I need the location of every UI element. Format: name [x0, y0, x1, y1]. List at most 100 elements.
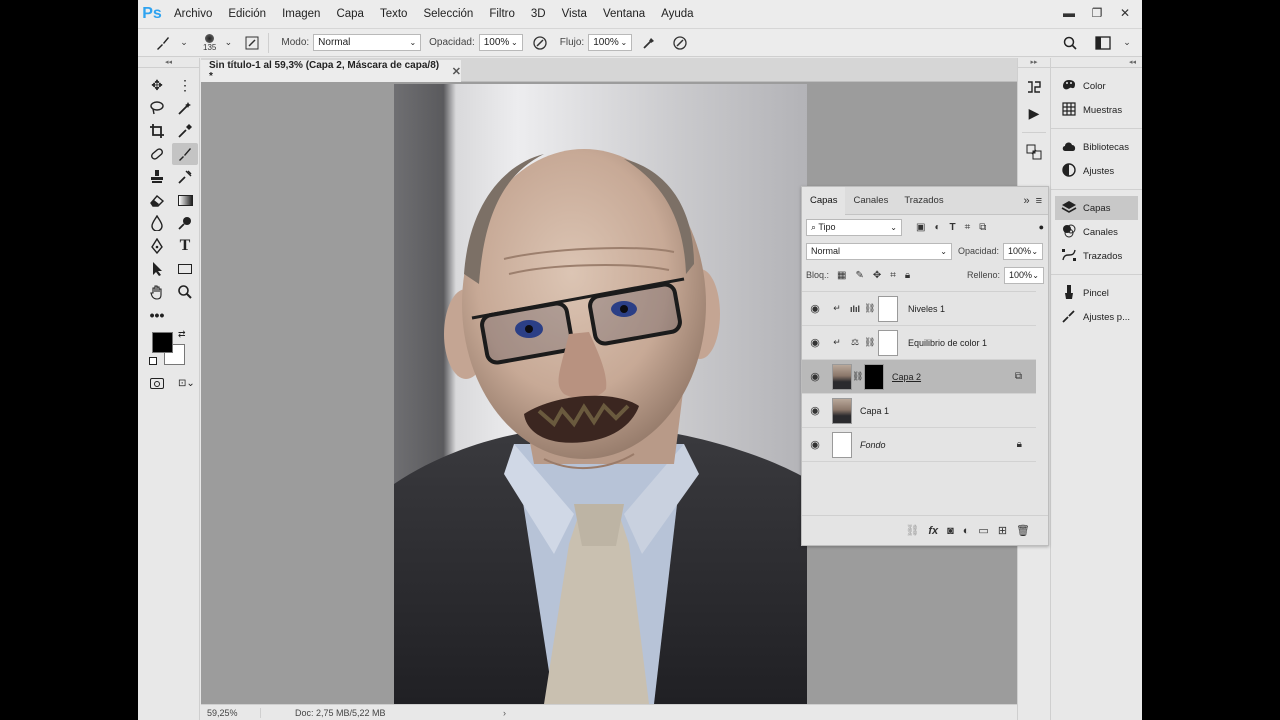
menu-texto[interactable]: Texto [372, 8, 416, 20]
mode-select[interactable]: Normal ⌄ [313, 34, 422, 51]
default-colors-icon[interactable] [149, 357, 157, 365]
more-tools-icon[interactable]: ••• [144, 304, 170, 326]
filter-adjustment-icon[interactable]: ◐ [934, 222, 940, 233]
layer-row[interactable]: ◉ Capa 1 [802, 394, 1036, 428]
rectangle-tool-icon[interactable] [172, 258, 198, 280]
blend-mode-select[interactable]: Normal ⌄ [806, 242, 952, 260]
zoom-tool-icon[interactable] [172, 281, 198, 303]
layer-name[interactable]: Niveles 1 [908, 304, 945, 314]
brush-panel-icon[interactable] [243, 34, 261, 52]
menu-ayuda[interactable]: Ayuda [653, 8, 701, 20]
layer-mask-thumbnail[interactable] [878, 329, 898, 356]
tab-layers[interactable]: Capas [802, 186, 846, 215]
menu-seleccion[interactable]: Selección [415, 8, 481, 20]
close-icon[interactable]: ✕ [452, 65, 461, 78]
magic-wand-tool-icon[interactable] [172, 97, 198, 119]
document-canvas[interactable] [394, 84, 807, 704]
new-adjustment-icon[interactable]: ◐ [963, 525, 970, 537]
lock-artboard-icon[interactable]: ⌗ [890, 270, 896, 281]
filter-type-icon[interactable]: T [950, 222, 956, 233]
marquee-tool-icon[interactable]: ⋮ [172, 74, 198, 96]
visibility-eye-icon[interactable]: ◉ [802, 370, 828, 383]
visibility-eye-icon[interactable]: ◉ [802, 438, 828, 451]
menu-filtro[interactable]: Filtro [481, 8, 523, 20]
visibility-eye-icon[interactable]: ◉ [802, 404, 828, 417]
collapse-panel-icon[interactable]: » [1023, 195, 1029, 207]
add-mask-icon[interactable]: ◙ [947, 525, 954, 537]
new-layer-icon[interactable]: ⊞ [998, 524, 1007, 537]
layer-row[interactable]: ◉ Fondo 🔒︎ [802, 428, 1036, 462]
layer-mask-thumbnail[interactable] [878, 295, 898, 322]
menu-imagen[interactable]: Imagen [274, 8, 328, 20]
eraser-tool-icon[interactable] [144, 189, 170, 211]
layer-filter-select[interactable]: ⌕ Tipo ⌄ [806, 218, 902, 236]
filter-shape-icon[interactable]: ⌗ [965, 222, 971, 233]
menu-edicion[interactable]: Edición [220, 8, 274, 20]
panel-layers[interactable]: Capas [1055, 196, 1138, 220]
menu-archivo[interactable]: Archivo [166, 8, 220, 20]
menu-3d[interactable]: 3D [523, 8, 554, 20]
expand-arrows-icon[interactable]: ▸▸ [1018, 58, 1050, 68]
trash-icon[interactable]: 🗑︎ [1016, 524, 1030, 537]
clone-source-icon[interactable] [1018, 139, 1050, 165]
blur-tool-icon[interactable] [144, 212, 170, 234]
fill-input[interactable]: 100% ⌄ [1004, 266, 1044, 284]
lock-position-icon[interactable]: ✥ [873, 270, 881, 281]
chain-link-icon[interactable]: ⛓ [864, 337, 875, 348]
fx-icon[interactable]: fx [928, 525, 938, 537]
layer-row[interactable]: ◉ ↵ ılıl ⛓ Niveles 1 [802, 292, 1036, 326]
brush-tool-icon[interactable] [154, 34, 172, 52]
zoom-level[interactable]: 59,25% [201, 707, 261, 718]
layer-name[interactable]: Fondo [860, 440, 886, 450]
chevron-down-icon[interactable]: ⌄ [1118, 34, 1136, 52]
play-actions-icon[interactable]: ▶ [1018, 100, 1050, 126]
chevron-down-icon[interactable]: ⌄ [219, 34, 237, 52]
hand-tool-icon[interactable] [144, 281, 170, 303]
move-tool-icon[interactable]: ✥ [144, 74, 170, 96]
path-selection-tool-icon[interactable] [144, 258, 170, 280]
dodge-tool-icon[interactable] [172, 212, 198, 234]
swap-colors-icon[interactable]: ⇄ [178, 329, 186, 340]
filter-smart-object-icon[interactable]: ⧉ [979, 222, 986, 233]
gradient-tool-icon[interactable] [172, 189, 198, 211]
layer-mask-thumbnail[interactable] [864, 363, 884, 390]
panel-libraries[interactable]: Bibliotecas [1051, 135, 1142, 159]
chain-link-icon[interactable]: ⛓ [864, 303, 875, 314]
pen-tool-icon[interactable] [144, 235, 170, 257]
link-layers-icon[interactable]: ⛓ [905, 524, 919, 537]
screen-mode-icon[interactable]: ⊡⌄ [178, 378, 195, 389]
tab-channels[interactable]: Canales [845, 187, 896, 215]
layer-opacity-input[interactable]: 100% ⌄ [1003, 242, 1044, 260]
collapse-arrows-icon[interactable]: ◂◂ [138, 58, 199, 68]
menu-vista[interactable]: Vista [554, 8, 595, 20]
pressure-opacity-icon[interactable] [531, 34, 549, 52]
chain-link-icon[interactable]: ⛓ [852, 371, 863, 382]
layer-thumbnail[interactable] [832, 397, 852, 424]
layer-row-selected[interactable]: ◉ ⛓ Capa 2 ⧉ [802, 360, 1036, 394]
tab-paths[interactable]: Trazados [896, 187, 951, 215]
minimize-button[interactable]: ▬ [1058, 4, 1080, 22]
healing-brush-tool-icon[interactable] [144, 143, 170, 165]
brush-tool-icon[interactable] [172, 143, 198, 165]
brush-preset-picker[interactable]: 135 [203, 33, 216, 52]
flow-input[interactable]: 100% ⌄ [588, 34, 633, 51]
panel-channels[interactable]: Canales [1051, 220, 1142, 244]
lock-icon[interactable]: 🔒︎ [1017, 439, 1022, 450]
layer-name[interactable]: Equilibrio de color 1 [908, 338, 987, 348]
visibility-eye-icon[interactable]: ◉ [802, 302, 828, 315]
chevron-right-icon[interactable]: › [503, 708, 506, 718]
panel-brush-presets[interactable]: Ajustes p... [1051, 305, 1142, 329]
layer-thumbnail[interactable] [832, 363, 852, 390]
filter-pixel-icon[interactable]: ▣ [916, 222, 925, 233]
panel-brush[interactable]: Pincel [1051, 281, 1142, 305]
lasso-tool-icon[interactable] [144, 97, 170, 119]
foreground-color-swatch[interactable] [152, 332, 173, 353]
layer-thumbnail[interactable] [832, 431, 852, 458]
workspace-icon[interactable] [1094, 34, 1112, 52]
opacity-input[interactable]: 100% ⌄ [478, 34, 523, 51]
close-button[interactable]: ✕ [1114, 4, 1136, 22]
panel-color[interactable]: Color [1051, 74, 1142, 98]
panel-paths[interactable]: Trazados [1051, 244, 1142, 268]
document-tab[interactable]: Sin título-1 al 59,3% (Capa 2, Máscara d… [201, 60, 461, 82]
crop-tool-icon[interactable] [144, 120, 170, 142]
